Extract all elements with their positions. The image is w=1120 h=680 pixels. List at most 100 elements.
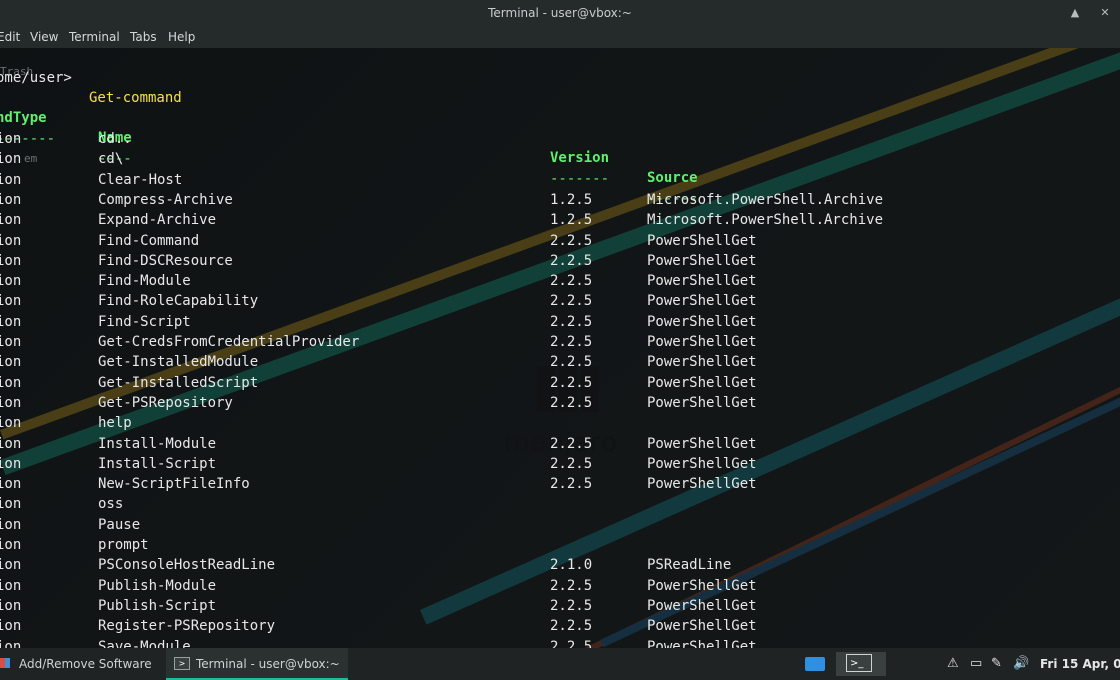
- cell-name: Compress-Archive: [98, 191, 233, 208]
- cell-name: prompt: [98, 537, 149, 553]
- cell-version: 2.2.5: [550, 313, 593, 330]
- cell-name: New-ScriptFileInfo: [98, 476, 250, 493]
- cell-source: PowerShellGet: [647, 313, 757, 330]
- cell-version: 1.2.5: [550, 191, 593, 208]
- cell-name: help: [98, 415, 132, 432]
- table-separator-row: ------- ---- ------- ------: [0, 109, 698, 207]
- security-icon[interactable]: ⚠: [947, 656, 959, 671]
- cell-commandtype: ion: [0, 131, 22, 147]
- cell-source: PowerShellGet: [647, 476, 757, 493]
- cell-name: Find-Command: [98, 232, 200, 249]
- cell-version: 2.2.5: [550, 334, 593, 350]
- cell-version: 2.2.5: [550, 293, 593, 310]
- cell-commandtype: ion: [0, 293, 22, 310]
- network-icon[interactable]: ▭: [970, 656, 982, 671]
- volume-icon[interactable]: 🔊: [1013, 656, 1029, 671]
- cell-name: Install-Module: [98, 435, 217, 452]
- cell-version: 2.1.0: [550, 557, 593, 574]
- cell-name: Get-PSRepository: [98, 394, 233, 411]
- cell-source: Microsoft.PowerShell.Archive: [647, 212, 884, 229]
- cell-commandtype: ion: [0, 516, 22, 533]
- workspace-terminal-icon[interactable]: >_: [836, 652, 886, 676]
- cell-name: cd\: [98, 151, 124, 168]
- cell-source: PowerShellGet: [647, 293, 757, 310]
- prompt-line: ome/user> Get-command: [0, 48, 182, 106]
- terminal-icon: >: [174, 657, 190, 670]
- menu-terminal[interactable]: Terminal: [69, 30, 120, 44]
- cell-name: Find-Script: [98, 313, 191, 330]
- cell-source: PowerShellGet: [647, 435, 757, 452]
- cell-commandtype: ion: [0, 415, 22, 432]
- clock[interactable]: Fri 15 Apr, 09:: [1040, 657, 1120, 671]
- cell-commandtype: ion: [0, 354, 22, 371]
- cell-source: PowerShellGet: [647, 455, 757, 472]
- window-titlebar[interactable]: Terminal - user@vbox:~ ▲ ✕: [0, 0, 1120, 26]
- cell-commandtype: ion: [0, 476, 22, 493]
- cell-source: PowerShellGet: [647, 394, 757, 411]
- clipboard-icon[interactable]: ✎: [991, 656, 1002, 671]
- cell-commandtype: ion: [0, 496, 22, 513]
- separator-version: -------: [550, 171, 610, 187]
- cell-version: 2.2.5: [550, 374, 593, 391]
- cell-name: Clear-Host: [98, 171, 183, 188]
- terminal-output[interactable]: Trash em manjaro ome/user> Get-command n…: [0, 48, 1120, 655]
- show-desktop-icon[interactable]: [805, 657, 825, 671]
- cell-name: cd..: [98, 131, 132, 147]
- cell-source: PowerShellGet: [647, 618, 757, 635]
- cell-name: Find-DSCResource: [98, 252, 233, 269]
- cell-commandtype: ion: [0, 435, 22, 452]
- cell-source: PowerShellGet: [647, 273, 757, 290]
- cell-name: PSConsoleHostReadLine: [98, 557, 276, 574]
- cell-version: 2.2.5: [550, 476, 593, 493]
- cell-name: Install-Script: [98, 455, 217, 472]
- cell-commandtype: ion: [0, 597, 22, 614]
- cell-commandtype: ion: [0, 273, 22, 290]
- taskbar: Add/Remove Software > Terminal - user@vb…: [0, 648, 1120, 680]
- cell-commandtype: ion: [0, 232, 22, 249]
- cell-source: PowerShellGet: [647, 232, 757, 249]
- taskbar-item-add-remove-software[interactable]: Add/Remove Software: [0, 648, 160, 680]
- cell-name: Get-CredsFromCredentialProvider: [98, 334, 360, 350]
- menu-tabs[interactable]: Tabs: [130, 30, 157, 44]
- window-title: Terminal - user@vbox:~: [488, 6, 632, 20]
- cell-version: 2.2.5: [550, 435, 593, 452]
- cell-commandtype: ion: [0, 537, 22, 553]
- cell-version: 2.2.5: [550, 597, 593, 614]
- header-source: Source: [647, 170, 698, 186]
- cell-version: 2.2.5: [550, 394, 593, 411]
- cell-version: 2.2.5: [550, 232, 593, 249]
- menu-view[interactable]: View: [30, 30, 58, 44]
- cell-commandtype: ion: [0, 252, 22, 269]
- cell-version: 2.2.5: [550, 577, 593, 594]
- cell-version: 1.2.5: [550, 212, 593, 229]
- cell-version: 2.2.5: [550, 273, 593, 290]
- cell-commandtype: ion: [0, 577, 22, 594]
- cell-source: PowerShellGet: [647, 252, 757, 269]
- cell-name: Get-InstalledModule: [98, 354, 259, 371]
- cell-source: PowerShellGet: [647, 597, 757, 614]
- cell-source: PowerShellGet: [647, 354, 757, 371]
- table-header-row: ndType Name Version Source: [0, 88, 698, 186]
- header-version: Version: [550, 150, 610, 166]
- cell-commandtype: ion: [0, 212, 22, 229]
- cell-name: Pause: [98, 516, 141, 533]
- cell-source: PowerShellGet: [647, 577, 757, 594]
- cell-commandtype: ion: [0, 171, 22, 188]
- cell-source: PSReadLine: [647, 557, 732, 574]
- cell-source: PowerShellGet: [647, 374, 757, 391]
- cell-commandtype: ion: [0, 334, 22, 350]
- cell-version: 2.2.5: [550, 252, 593, 269]
- cell-source: PowerShellGet: [647, 334, 757, 350]
- cell-name: Find-RoleCapability: [98, 293, 259, 310]
- prompt-command: Get-command: [89, 90, 182, 106]
- cell-commandtype: ion: [0, 394, 22, 411]
- taskbar-item-terminal[interactable]: > Terminal - user@vbox:~: [166, 648, 348, 680]
- maximize-icon[interactable]: ▲: [1066, 4, 1084, 22]
- cell-name: oss: [98, 496, 124, 513]
- menu-help[interactable]: Help: [168, 30, 195, 44]
- menu-edit[interactable]: Edit: [0, 30, 20, 44]
- prompt-path: ome/user>: [0, 70, 81, 86]
- cell-commandtype: ion: [0, 313, 22, 330]
- cell-commandtype: ion: [0, 557, 22, 574]
- close-icon[interactable]: ✕: [1096, 4, 1114, 22]
